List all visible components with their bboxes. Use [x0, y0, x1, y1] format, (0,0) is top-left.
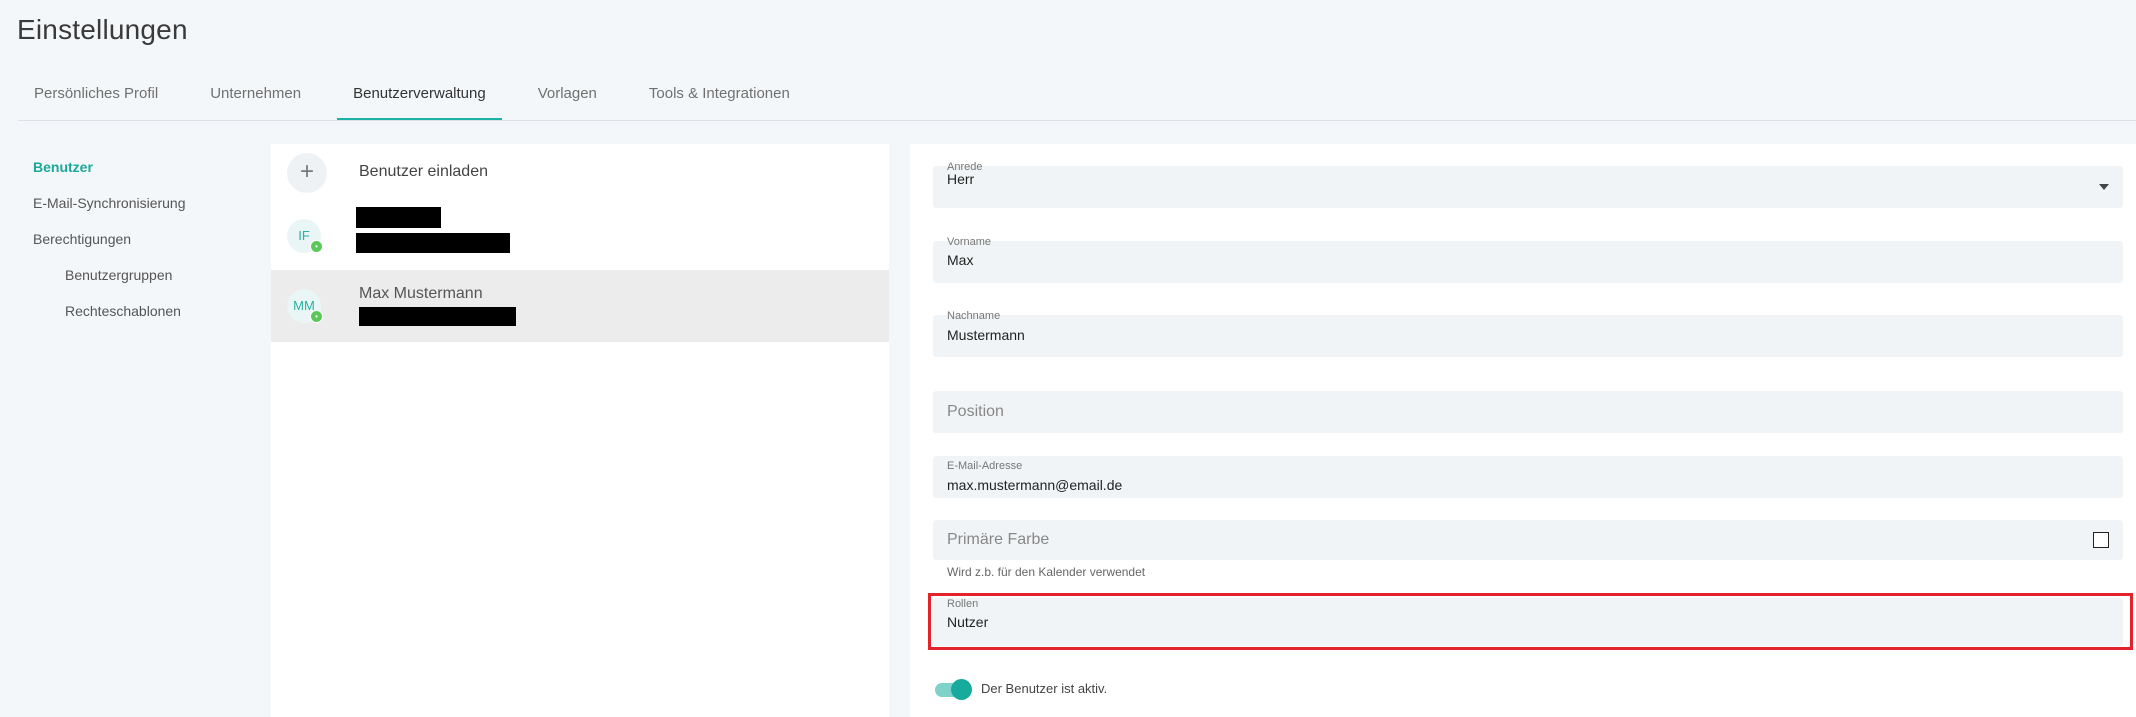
nachname-value: Mustermann [947, 327, 1025, 343]
anrede-value: Herr [947, 171, 975, 187]
tab-persoenliches-profil[interactable]: Persönliches Profil [18, 73, 174, 120]
sidebar: Benutzer E-Mail-Synchronisierung Berecht… [33, 155, 186, 335]
color-checkbox[interactable] [2093, 532, 2109, 548]
nachname-field[interactable]: Nachname Mustermann [933, 310, 2123, 357]
avatar: MM • [287, 289, 323, 323]
chevron-down-icon[interactable] [2099, 184, 2109, 190]
email-label: E-Mail-Adresse [947, 460, 1023, 472]
position-field[interactable]: Position [933, 391, 2123, 433]
primary-color-placeholder: Primäre Farbe [947, 531, 1050, 548]
user-name: Max Mustermann [359, 285, 483, 302]
user-list: + Benutzer einladen IF • MM • Max Muster… [271, 144, 889, 717]
primary-color-hint: Wird z.b. für den Kalender verwendet [947, 565, 1146, 579]
position-placeholder: Position [947, 403, 1004, 420]
settings-tabs: Persönliches Profil Unternehmen Benutzer… [18, 73, 2136, 121]
toggle-knob [951, 679, 972, 700]
highlight-box [928, 593, 2133, 650]
vorname-value: Max [947, 252, 974, 268]
tab-unternehmen[interactable]: Unternehmen [194, 73, 317, 120]
email-field[interactable]: E-Mail-Adresse max.mustermann@email.de [933, 456, 2123, 498]
redacted-email [356, 233, 510, 253]
avatar: IF • [287, 219, 323, 253]
user-form: Anrede Herr Vorname Max Nachname Musterm… [910, 144, 2136, 717]
email-value: max.mustermann@email.de [947, 477, 1123, 493]
tab-vorlagen[interactable]: Vorlagen [522, 73, 613, 120]
sidebar-item-rechteschablonen[interactable]: Rechteschablonen [33, 299, 186, 335]
invite-user-label: Benutzer einladen [359, 163, 488, 180]
tab-tools-integrationen[interactable]: Tools & Integrationen [633, 73, 806, 120]
online-status-icon: • [310, 240, 323, 253]
avatar-initials: IF [298, 228, 310, 243]
sidebar-item-berechtigungen[interactable]: Berechtigungen [33, 227, 186, 263]
list-item[interactable]: IF • [271, 203, 889, 275]
online-status-icon: • [310, 310, 323, 323]
list-item-selected[interactable]: MM • Max Mustermann [271, 270, 889, 342]
active-toggle[interactable] [935, 679, 972, 700]
vorname-field[interactable]: Vorname Max [933, 236, 2123, 283]
nachname-label: Nachname [947, 310, 1001, 322]
page-title: Einstellungen [17, 14, 188, 45]
anrede-select[interactable]: Anrede Herr [933, 161, 2123, 208]
sidebar-item-benutzer[interactable]: Benutzer [33, 155, 186, 191]
primary-color-field[interactable]: Primäre Farbe [933, 520, 2123, 560]
redacted-email [359, 307, 516, 326]
sidebar-item-benutzergruppen[interactable]: Benutzergruppen [33, 263, 186, 299]
active-toggle-label: Der Benutzer ist aktiv. [981, 681, 1108, 696]
tab-benutzerverwaltung[interactable]: Benutzerverwaltung [337, 73, 502, 120]
sidebar-item-email-sync[interactable]: E-Mail-Synchronisierung [33, 191, 186, 227]
vorname-label: Vorname [947, 236, 992, 248]
invite-user-row[interactable]: + Benutzer einladen [271, 144, 889, 203]
plus-icon[interactable]: + [287, 153, 327, 193]
redacted-name [356, 207, 441, 228]
